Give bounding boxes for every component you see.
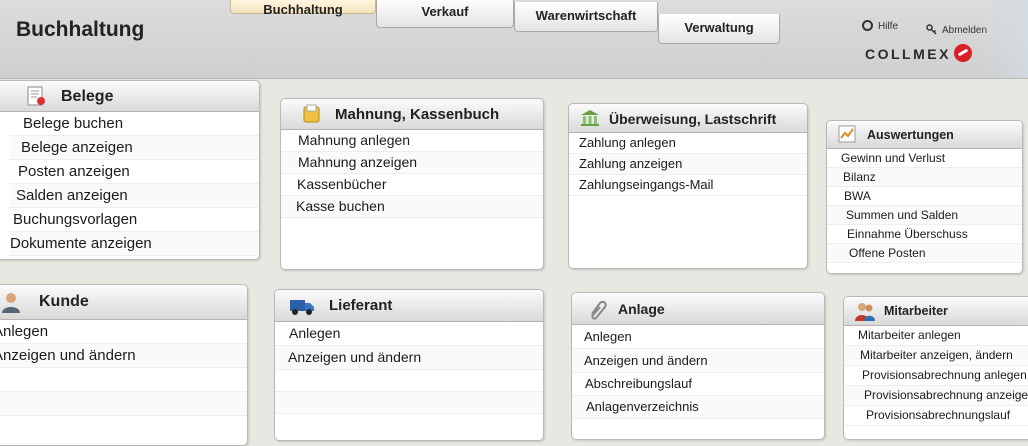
panel-belege: Belege Belege buchen Belege anzeigen Pos…: [0, 80, 260, 260]
empty-row: [275, 392, 543, 414]
link-summen-salden[interactable]: Summen und Salden: [827, 206, 1022, 225]
link-kunde-anlegen[interactable]: Anlegen: [0, 320, 247, 344]
panel-auswertungen-title: Auswertungen: [867, 128, 954, 142]
panel-lieferant-list: Anlegen Anzeigen und ändern: [275, 322, 543, 414]
link-zahlung-anlegen[interactable]: Zahlung anlegen: [569, 133, 807, 154]
app-header: Buchhaltung Verkauf Warenwirtschaft Verw…: [0, 0, 1028, 79]
link-belege-anzeigen[interactable]: Belege anzeigen: [9, 136, 259, 160]
panel-ueberweisung-list: Zahlung anlegen Zahlung anzeigen Zahlung…: [569, 133, 807, 196]
link-bwa[interactable]: BWA: [827, 187, 1022, 206]
tab-buchhaltung[interactable]: Buchhaltung: [230, 0, 376, 17]
link-einnahme-ueberschuss[interactable]: Einnahme Überschuss: [827, 225, 1022, 244]
tab-verwaltung[interactable]: Verwaltung: [658, 14, 780, 44]
panel-lieferant-title: Lieferant: [329, 297, 393, 314]
panel-kunde-header: Kunde: [0, 285, 247, 320]
help-icon: [862, 20, 873, 31]
link-posten-anzeigen[interactable]: Posten anzeigen: [9, 160, 259, 184]
help-link[interactable]: Hilfe: [862, 20, 898, 32]
paperclip-icon: [586, 298, 608, 320]
help-label: Hilfe: [878, 21, 899, 32]
customer-person-icon: [0, 290, 23, 314]
link-salden-anzeigen[interactable]: Salden anzeigen: [9, 184, 259, 208]
link-anlage-anzeigen-aendern[interactable]: Anzeigen und ändern: [572, 349, 824, 373]
empty-row: [0, 368, 247, 392]
link-anlagenverzeichnis[interactable]: Anlagenverzeichnis: [572, 396, 824, 419]
link-mahnung-anzeigen[interactable]: Mahnung anzeigen: [281, 152, 543, 174]
panel-mahnung: Mahnung, Kassenbuch Mahnung anlegen Mahn…: [280, 98, 544, 270]
logo-text: COLLMEX: [865, 46, 951, 62]
panel-auswertungen-header: Auswertungen: [827, 121, 1022, 149]
link-mitarbeiter-anzeigen-aendern[interactable]: Mitarbeiter anzeigen, ändern: [844, 346, 1028, 366]
link-zahlungseingangs-mail[interactable]: Zahlungseingangs-Mail: [569, 175, 807, 196]
folder-icon: [301, 103, 323, 125]
bank-transfer-icon: [579, 107, 601, 129]
link-provisionsabrechnungslauf[interactable]: Provisionsabrechnungslauf: [844, 406, 1028, 426]
panel-belege-header: Belege: [0, 81, 259, 112]
link-kassenbuecher[interactable]: Kassenbücher: [281, 174, 543, 196]
panel-kunde-list: Anlegen Anzeigen und ändern: [0, 320, 247, 416]
panel-lieferant-header: Lieferant: [275, 290, 543, 322]
link-belege-buchen[interactable]: Belege buchen: [9, 112, 259, 136]
panel-mitarbeiter-list: Mitarbeiter anlegen Mitarbeiter anzeigen…: [844, 326, 1028, 426]
panel-belege-list: Belege buchen Belege anzeigen Posten anz…: [0, 112, 259, 256]
panel-anlage: Anlage Anlegen Anzeigen und ändern Absch…: [571, 292, 825, 440]
link-lieferant-anlegen[interactable]: Anlegen: [275, 322, 543, 346]
link-anlage-anlegen[interactable]: Anlegen: [572, 325, 824, 349]
right-edge-shade: [978, 0, 1028, 78]
document-certificate-icon: [25, 85, 47, 107]
link-offene-posten[interactable]: Offene Posten: [827, 244, 1022, 263]
empty-row: [275, 370, 543, 392]
panel-mitarbeiter-header: Mitarbeiter: [844, 297, 1028, 326]
link-abschreibungslauf[interactable]: Abschreibungslauf: [572, 373, 824, 396]
delivery-truck-icon: [289, 295, 315, 317]
panel-kunde: Kunde Anlegen Anzeigen und ändern: [0, 284, 248, 446]
panel-anlage-header: Anlage: [572, 293, 824, 325]
tab-warenwirtschaft[interactable]: Warenwirtschaft: [514, 2, 658, 32]
link-lieferant-anzeigen-aendern[interactable]: Anzeigen und ändern: [275, 346, 543, 370]
link-kasse-buchen[interactable]: Kasse buchen: [281, 196, 543, 218]
link-kunde-anzeigen-aendern[interactable]: Anzeigen und ändern: [0, 344, 247, 368]
tab-verkauf[interactable]: Verkauf: [376, 0, 514, 28]
page-title: Buchhaltung: [16, 18, 145, 41]
panel-mahnung-title: Mahnung, Kassenbuch: [335, 106, 500, 123]
panel-anlage-title: Anlage: [618, 301, 665, 317]
panel-belege-title: Belege: [61, 88, 114, 105]
empty-row: [0, 392, 247, 416]
link-mahnung-anlegen[interactable]: Mahnung anlegen: [281, 130, 543, 152]
panel-ueberweisung-title: Überweisung, Lastschrift: [609, 111, 777, 127]
link-provisionsabrechnung-anlegen[interactable]: Provisionsabrechnung anlegen: [844, 366, 1028, 386]
link-zahlung-anzeigen[interactable]: Zahlung anzeigen: [569, 154, 807, 175]
chart-icon: [837, 124, 857, 144]
panel-ueberweisung: Überweisung, Lastschrift Zahlung anlegen…: [568, 103, 808, 269]
panel-lieferant: Lieferant Anlegen Anzeigen und ändern: [274, 289, 544, 441]
link-dokumente-anzeigen[interactable]: Dokumente anzeigen: [9, 232, 259, 256]
panel-mitarbeiter: Mitarbeiter Mitarbeiter anlegen Mitarbei…: [843, 296, 1028, 440]
panel-anlage-list: Anlegen Anzeigen und ändern Abschreibung…: [572, 325, 824, 419]
panel-mahnung-list: Mahnung anlegen Mahnung anzeigen Kassenb…: [281, 130, 543, 218]
link-provisionsabrechnung-anzeigen[interactable]: Provisionsabrechnung anzeigen: [844, 386, 1028, 406]
key-icon: [926, 24, 937, 35]
panel-ueberweisung-header: Überweisung, Lastschrift: [569, 104, 807, 133]
panel-mahnung-header: Mahnung, Kassenbuch: [281, 99, 543, 130]
panel-auswertungen: Auswertungen Gewinn und Verlust Bilanz B…: [826, 120, 1023, 274]
link-buchungsvorlagen[interactable]: Buchungsvorlagen: [9, 208, 259, 232]
panel-kunde-title: Kunde: [39, 293, 89, 310]
link-bilanz[interactable]: Bilanz: [827, 168, 1022, 187]
link-gewinn-verlust[interactable]: Gewinn und Verlust: [827, 149, 1022, 168]
logo-mark-icon: [953, 44, 972, 62]
panel-mitarbeiter-title: Mitarbeiter: [884, 304, 948, 318]
panel-auswertungen-list: Gewinn und Verlust Bilanz BWA Summen und…: [827, 149, 1022, 263]
link-mitarbeiter-anlegen[interactable]: Mitarbeiter anlegen: [844, 326, 1028, 346]
employees-icon: [854, 300, 876, 322]
collmex-logo: COLLMEX: [865, 44, 972, 68]
